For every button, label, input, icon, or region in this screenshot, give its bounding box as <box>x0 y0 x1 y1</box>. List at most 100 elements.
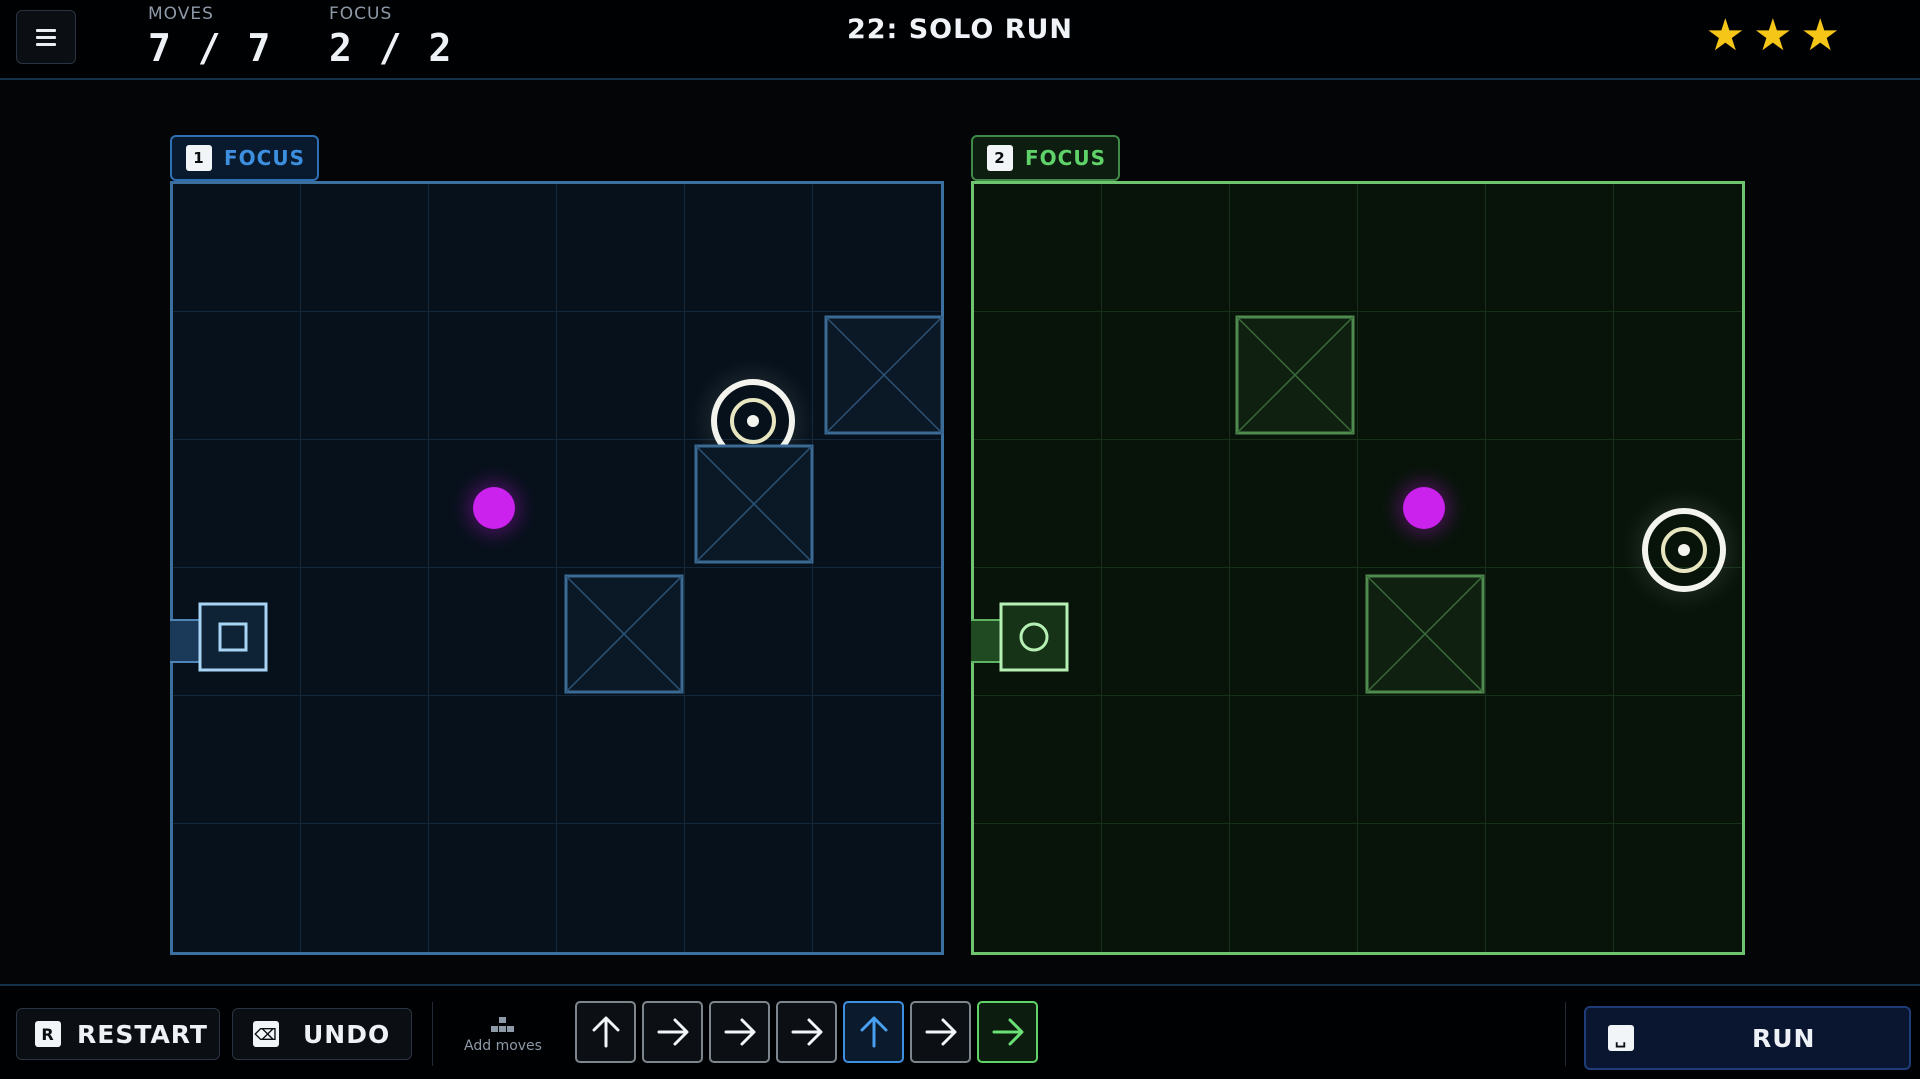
grid-cell <box>685 696 813 824</box>
grid-cell <box>557 696 685 824</box>
board-1-focus-label: FOCUS <box>224 146 305 170</box>
grid-cell <box>974 696 1102 824</box>
grid-cell <box>974 824 1102 952</box>
move-slot[interactable] <box>776 1001 837 1063</box>
board-1-grid[interactable] <box>170 181 944 955</box>
grid-cell <box>974 440 1102 568</box>
move-slot[interactable] <box>910 1001 971 1063</box>
grid-cell <box>301 440 429 568</box>
board-2-number: 2 <box>987 145 1013 171</box>
grid-cell <box>301 312 429 440</box>
collectible-orb <box>1403 487 1445 529</box>
grid-cell <box>974 184 1102 312</box>
grid-cell <box>173 184 301 312</box>
move-queue <box>575 1001 1038 1063</box>
collectible-orb <box>473 487 515 529</box>
grid-cell <box>1358 696 1486 824</box>
board-2-focus-tag[interactable]: 2 FOCUS <box>971 135 1120 181</box>
grid-cell <box>1614 824 1742 952</box>
arrow-right-icon <box>657 1018 688 1046</box>
star-icon: ★ <box>1800 10 1840 61</box>
player-block <box>198 602 268 672</box>
grid-cell <box>974 312 1102 440</box>
board-1-number: 1 <box>186 145 212 171</box>
arrow-right-icon <box>992 1018 1023 1046</box>
arrow-right-icon <box>925 1018 956 1046</box>
arrow-right-icon <box>791 1018 822 1046</box>
add-moves-button[interactable]: Add moves <box>455 1016 551 1054</box>
top-bar: MOVES 7 / 7 FOCUS 2 / 2 22: SOLO RUN ★ ★… <box>0 0 1920 80</box>
grid-cell <box>1486 696 1614 824</box>
crate-block <box>1365 574 1485 694</box>
grid-cell <box>429 696 557 824</box>
undo-label: UNDO <box>303 1019 391 1049</box>
arrow-up-icon <box>592 1016 619 1048</box>
grid-cell <box>1102 696 1230 824</box>
grid-cell <box>1102 184 1230 312</box>
grid-cell <box>429 824 557 952</box>
grid-cell <box>1230 184 1358 312</box>
grid-cell <box>1486 184 1614 312</box>
move-slot[interactable] <box>575 1001 636 1063</box>
grid-cell <box>173 312 301 440</box>
grid-cell <box>813 440 941 568</box>
grid-cell <box>1230 568 1358 696</box>
grid-cell <box>1102 824 1230 952</box>
grid-cell <box>1486 824 1614 952</box>
grid-cell <box>557 184 685 312</box>
grid-cell <box>1486 568 1614 696</box>
restart-label: RESTART <box>77 1019 208 1049</box>
grid-cell <box>1102 440 1230 568</box>
crate-block <box>824 315 944 435</box>
grid-cell <box>1230 824 1358 952</box>
grid-cell <box>301 568 429 696</box>
grid-cell <box>173 824 301 952</box>
grid-cell <box>301 824 429 952</box>
grid-cell <box>301 184 429 312</box>
grid-cell <box>813 824 941 952</box>
restart-button[interactable]: R RESTART <box>16 1008 220 1060</box>
crate-block <box>1235 315 1355 435</box>
grid-cell <box>1614 184 1742 312</box>
grid-cell <box>1358 184 1486 312</box>
grid-cell <box>429 184 557 312</box>
arrow-up-icon <box>860 1016 887 1048</box>
grid-cell <box>1102 568 1230 696</box>
move-slot[interactable] <box>709 1001 770 1063</box>
move-slot[interactable] <box>977 1001 1038 1063</box>
board-2-grid[interactable] <box>971 181 1745 955</box>
divider <box>432 1002 433 1066</box>
grid-cell <box>1614 696 1742 824</box>
grid-cell <box>685 568 813 696</box>
grid-cell <box>173 696 301 824</box>
move-slot[interactable] <box>843 1001 904 1063</box>
run-label: RUN <box>1752 1023 1816 1053</box>
divider <box>1565 1002 1566 1066</box>
grid-cell <box>1230 696 1358 824</box>
run-button[interactable]: ␣ RUN <box>1584 1006 1911 1070</box>
grid-cell <box>301 696 429 824</box>
grid-cell <box>1486 312 1614 440</box>
grid-cell <box>557 312 685 440</box>
grid-cell <box>813 696 941 824</box>
grid-cell <box>173 440 301 568</box>
board-1-focus-tag[interactable]: 1 FOCUS <box>170 135 319 181</box>
grid-cell <box>1102 312 1230 440</box>
grid-cell <box>557 824 685 952</box>
spacebar-icon: ␣ <box>1608 1025 1634 1051</box>
backspace-icon: ⌫ <box>253 1021 279 1047</box>
grid-cell <box>1614 312 1742 440</box>
player-block <box>999 602 1069 672</box>
grid-cell <box>1358 312 1486 440</box>
grid-cell <box>1486 440 1614 568</box>
restart-key: R <box>35 1021 61 1047</box>
crate-block <box>694 444 814 564</box>
add-moves-label: Add moves <box>464 1038 542 1054</box>
star-rating: ★ ★ ★ <box>1705 10 1840 61</box>
star-icon: ★ <box>1705 10 1746 61</box>
undo-button[interactable]: ⌫ UNDO <box>232 1008 412 1060</box>
board-2-focus-label: FOCUS <box>1025 146 1106 170</box>
move-slot[interactable] <box>642 1001 703 1063</box>
grid-cell <box>557 440 685 568</box>
grid-cell <box>685 184 813 312</box>
